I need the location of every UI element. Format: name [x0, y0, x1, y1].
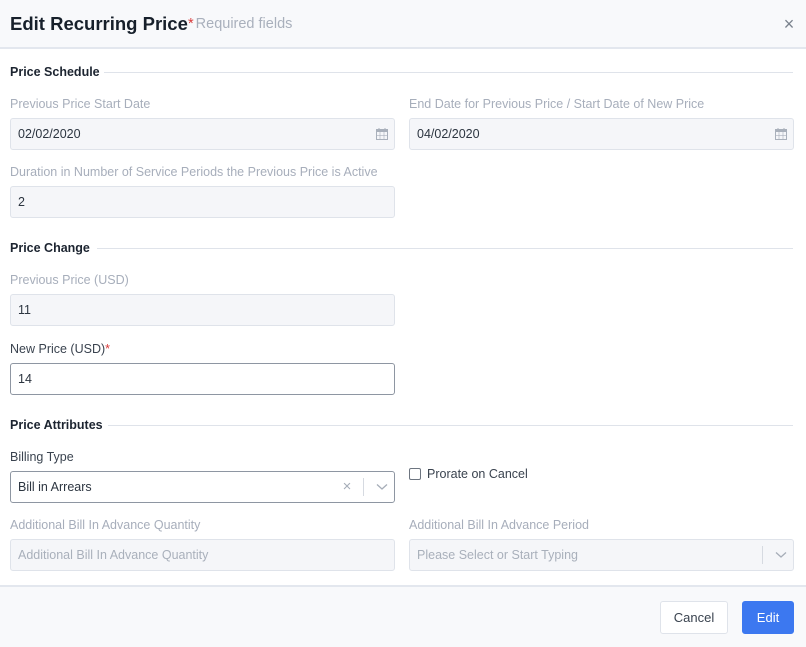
required-note-text: Required fields [195, 16, 293, 32]
calendar-icon[interactable] [775, 128, 787, 140]
previous-start-date-value: 02/02/2020 [18, 127, 81, 141]
advance-period-label: Additional Bill In Advance Period [409, 518, 589, 532]
section-title-price-attributes: Price Attributes [10, 418, 103, 432]
section-divider [108, 425, 793, 426]
select-controls [756, 540, 793, 570]
chevron-down-icon[interactable] [769, 540, 793, 570]
section-divider [104, 72, 793, 73]
advance-quantity-input[interactable]: Additional Bill In Advance Quantity [10, 539, 395, 571]
dialog-footer: Cancel Edit [0, 585, 806, 647]
end-date-field[interactable]: 04/02/2020 [409, 118, 794, 150]
previous-price-value: 11 [18, 303, 31, 317]
dialog-header: Edit Recurring Price * Required fields × [0, 0, 806, 49]
billing-type-label: Billing Type [10, 450, 74, 464]
end-date-value: 04/02/2020 [417, 127, 480, 141]
new-price-label-text: New Price (USD) [10, 342, 106, 356]
required-fields-note: * Required fields [188, 16, 292, 32]
billing-type-select[interactable]: Bill in Arrears × [10, 471, 395, 503]
previous-price-label: Previous Price (USD) [10, 273, 129, 287]
dialog-title: Edit Recurring Price [10, 13, 188, 34]
section-title-price-change: Price Change [10, 241, 90, 255]
cancel-button[interactable]: Cancel [660, 601, 728, 634]
select-controls: × [337, 472, 394, 502]
chevron-down-icon[interactable] [370, 472, 394, 502]
calendar-icon[interactable] [376, 128, 388, 140]
duration-field[interactable]: 2 [10, 186, 395, 218]
duration-label: Duration in Number of Service Periods th… [10, 165, 378, 179]
new-price-input[interactable]: 14 [10, 363, 395, 395]
duration-value: 2 [18, 195, 25, 209]
section-divider [97, 248, 793, 249]
close-icon[interactable]: × [779, 14, 799, 34]
section-title-price-schedule: Price Schedule [10, 65, 100, 79]
previous-start-date-label: Previous Price Start Date [10, 97, 151, 111]
new-price-label: New Price (USD)* [10, 342, 110, 356]
advance-quantity-label: Additional Bill In Advance Quantity [10, 518, 201, 532]
edit-button[interactable]: Edit [742, 601, 794, 634]
previous-start-date-field[interactable]: 02/02/2020 [10, 118, 395, 150]
clear-icon[interactable]: × [337, 472, 357, 502]
prorate-on-cancel-checkbox[interactable] [409, 468, 421, 480]
separator [762, 546, 763, 564]
prorate-on-cancel-option[interactable]: Prorate on Cancel [409, 467, 528, 481]
advance-quantity-placeholder: Additional Bill In Advance Quantity [18, 548, 209, 562]
separator [363, 478, 364, 496]
previous-price-field[interactable]: 11 [10, 294, 395, 326]
advance-period-select[interactable]: Please Select or Start Typing [409, 539, 794, 571]
billing-type-value: Bill in Arrears [18, 480, 92, 494]
prorate-on-cancel-label: Prorate on Cancel [427, 467, 528, 481]
end-date-label: End Date for Previous Price / Start Date… [409, 97, 705, 111]
edit-recurring-price-dialog: Edit Recurring Price * Required fields × … [0, 0, 806, 647]
advance-period-placeholder: Please Select or Start Typing [417, 548, 578, 562]
required-star: * [188, 16, 194, 32]
new-price-value: 14 [18, 372, 32, 386]
required-star: * [105, 342, 111, 356]
